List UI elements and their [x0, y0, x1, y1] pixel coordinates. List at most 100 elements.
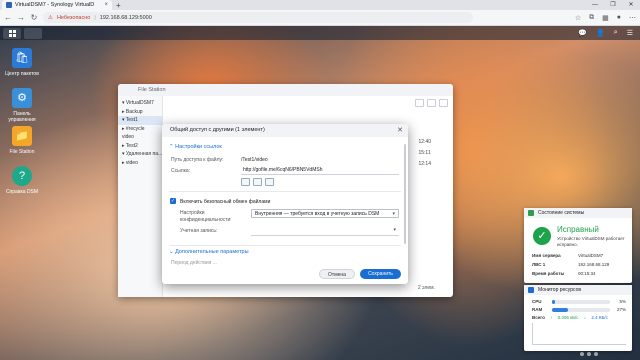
- tab-title: VirtualDSM7 - Synology VirtualD: [15, 2, 95, 8]
- desktop-icon-control-panel[interactable]: ⚙ Панель управления: [1, 88, 43, 123]
- modified-time: 12:14: [418, 161, 431, 167]
- tree-item[interactable]: ▾ Удаленная па...: [118, 150, 162, 159]
- widgets-icon[interactable]: ☰: [627, 29, 633, 37]
- advanced-options-section[interactable]: ⌄ Дополнительные параметры: [169, 249, 249, 255]
- help-icon: ?: [12, 166, 32, 186]
- page-dot[interactable]: [580, 352, 584, 356]
- path-label: Путь доступа к файлу:: [171, 157, 224, 163]
- main-menu-icon[interactable]: [3, 27, 21, 39]
- ram-bar: [552, 308, 610, 312]
- monitor-icon: [528, 287, 534, 293]
- tree-item[interactable]: ▸ Backup: [118, 108, 162, 117]
- health-description: Устройство VirtualDSM работает исправно.: [557, 236, 625, 247]
- cpu-row: CPU 5%: [532, 299, 626, 305]
- tree-item[interactable]: ▾ VirtualDSM7: [118, 99, 162, 108]
- health-icon: [528, 210, 534, 216]
- cpu-label: CPU: [532, 299, 542, 304]
- divider: [169, 245, 401, 246]
- dialog-title: Общий доступ с другими (1 элемент): [162, 124, 408, 137]
- page-dot[interactable]: [594, 352, 598, 356]
- upload-rate: ↑ 0.306 кБ/с: [550, 315, 579, 320]
- dialog-scrollbar[interactable]: [404, 144, 406, 244]
- browser-actions: ☆ ⧉ ▦ ● ⋯: [575, 14, 636, 22]
- qr-code-icon[interactable]: [265, 178, 274, 186]
- privacy-value: Внутренняя — требуется вход в учетную за…: [255, 211, 380, 217]
- desktop-icon-file-station[interactable]: 📁 File Station: [1, 126, 43, 155]
- account-label: Учетная запись:: [180, 228, 218, 234]
- menu-icon[interactable]: ⋯: [629, 14, 636, 22]
- user-icon[interactable]: 👤: [596, 29, 605, 37]
- forward-icon[interactable]: →: [17, 13, 25, 22]
- link-settings-section[interactable]: ⌃ Настройки ссылок: [169, 144, 222, 150]
- account-field[interactable]: ▾: [251, 227, 399, 236]
- list-view-icon[interactable]: [415, 99, 424, 107]
- tree-item[interactable]: ▸ Test2: [118, 142, 162, 151]
- privacy-label: Настройки конфиденциальности:: [180, 210, 232, 223]
- desktop-icon-dsm-help[interactable]: ? Справка DSM: [1, 166, 43, 195]
- tree-item[interactable]: video: [118, 133, 162, 142]
- checkmark-icon: ✓: [533, 227, 551, 245]
- divider: [169, 191, 401, 192]
- view-toolbar: [415, 99, 448, 107]
- reload-icon[interactable]: ↻: [30, 13, 38, 22]
- address-bar[interactable]: ⚠ Небезопасно | 192.168.68.129:5000: [43, 12, 473, 23]
- download-rate: ↓ 2.4 КБ/с: [583, 315, 608, 320]
- path-value: /Test1/video: [241, 157, 268, 163]
- desktop-icon-label: Справка DSM: [5, 189, 39, 195]
- ram-percent: 27%: [616, 307, 626, 312]
- security-label: Небезопасно: [56, 14, 91, 21]
- desktop-icon-label: Панель управления: [8, 111, 36, 123]
- tab-close-icon[interactable]: ×: [104, 2, 108, 8]
- modified-time: 12:40: [418, 139, 431, 145]
- url-separator: |: [94, 14, 96, 21]
- maximize-button[interactable]: ❐: [604, 0, 622, 10]
- cancel-button[interactable]: Отмена: [319, 269, 355, 279]
- tree-item-selected[interactable]: ▾ Test1: [118, 116, 162, 125]
- warning-icon: ⚠: [48, 14, 53, 21]
- share-link-field[interactable]: http://gofile.me/6cqN6/PBN5VdMSh: [241, 165, 399, 175]
- privacy-select[interactable]: Внутренняя — требуется вход в учетную за…: [251, 209, 399, 218]
- desktop-icon-label: Центр пакетов: [5, 71, 39, 77]
- url-text: 192.168.68.129:5000: [99, 14, 152, 21]
- minimize-button[interactable]: —: [586, 0, 604, 10]
- copy-link-icon[interactable]: [241, 178, 250, 186]
- ram-bar-fill: [552, 308, 568, 312]
- taskbar-app-button[interactable]: [24, 27, 42, 39]
- chevron-down-icon: ▾: [392, 211, 395, 217]
- sort-icon[interactable]: [427, 99, 436, 107]
- cpu-percent: 5%: [619, 299, 626, 304]
- notifications-icon[interactable]: 💬: [578, 29, 587, 37]
- folder-icon: 📁: [12, 126, 32, 146]
- network-graph: [532, 323, 626, 345]
- health-status: Исправный: [557, 225, 599, 234]
- network-label: Всего: [532, 315, 545, 320]
- package-center-icon: 🛍: [12, 48, 32, 68]
- modified-time: 15:11: [418, 150, 431, 156]
- validity-label: Период действия ...: [171, 260, 217, 266]
- search-icon[interactable]: ⌕: [614, 29, 618, 37]
- widget-title: Состояние системы: [538, 210, 585, 216]
- share-dialog: Общий доступ с другими (1 элемент) ✕ ⌃ Н…: [162, 124, 408, 284]
- close-window-button[interactable]: ✕: [622, 0, 640, 10]
- taskbar-right: 💬 👤 ⌕ ☰: [578, 29, 637, 37]
- health-row: Время работы 00:15:34: [532, 271, 596, 276]
- browser-tab[interactable]: VirtualDSM7 - Synology VirtualD ×: [2, 0, 112, 10]
- link-label: Ссылка:: [171, 168, 191, 174]
- favorites-icon[interactable]: ☆: [575, 14, 581, 22]
- more-icon[interactable]: [439, 99, 448, 107]
- collections-icon[interactable]: ▦: [602, 14, 609, 22]
- email-link-icon[interactable]: [253, 178, 262, 186]
- secure-sharing-label: Включить безопасный обмен файлами: [180, 199, 271, 205]
- page-dot[interactable]: [587, 352, 591, 356]
- profile-icon[interactable]: ●: [617, 14, 621, 22]
- dialog-close-button[interactable]: ✕: [397, 126, 403, 134]
- desktop-icon-package-center[interactable]: 🛍 Центр пакетов: [1, 48, 43, 77]
- new-tab-button[interactable]: +: [116, 1, 121, 10]
- extensions-icon[interactable]: ⧉: [589, 14, 594, 22]
- save-button[interactable]: Сохранить: [360, 269, 401, 279]
- tree-item[interactable]: ▸ video: [118, 159, 162, 168]
- back-icon[interactable]: ←: [4, 13, 12, 22]
- tree-item[interactable]: ▸ #recycle: [118, 125, 162, 134]
- item-count: 2 элем.: [417, 285, 435, 291]
- secure-sharing-checkbox[interactable]: ✓: [170, 198, 176, 204]
